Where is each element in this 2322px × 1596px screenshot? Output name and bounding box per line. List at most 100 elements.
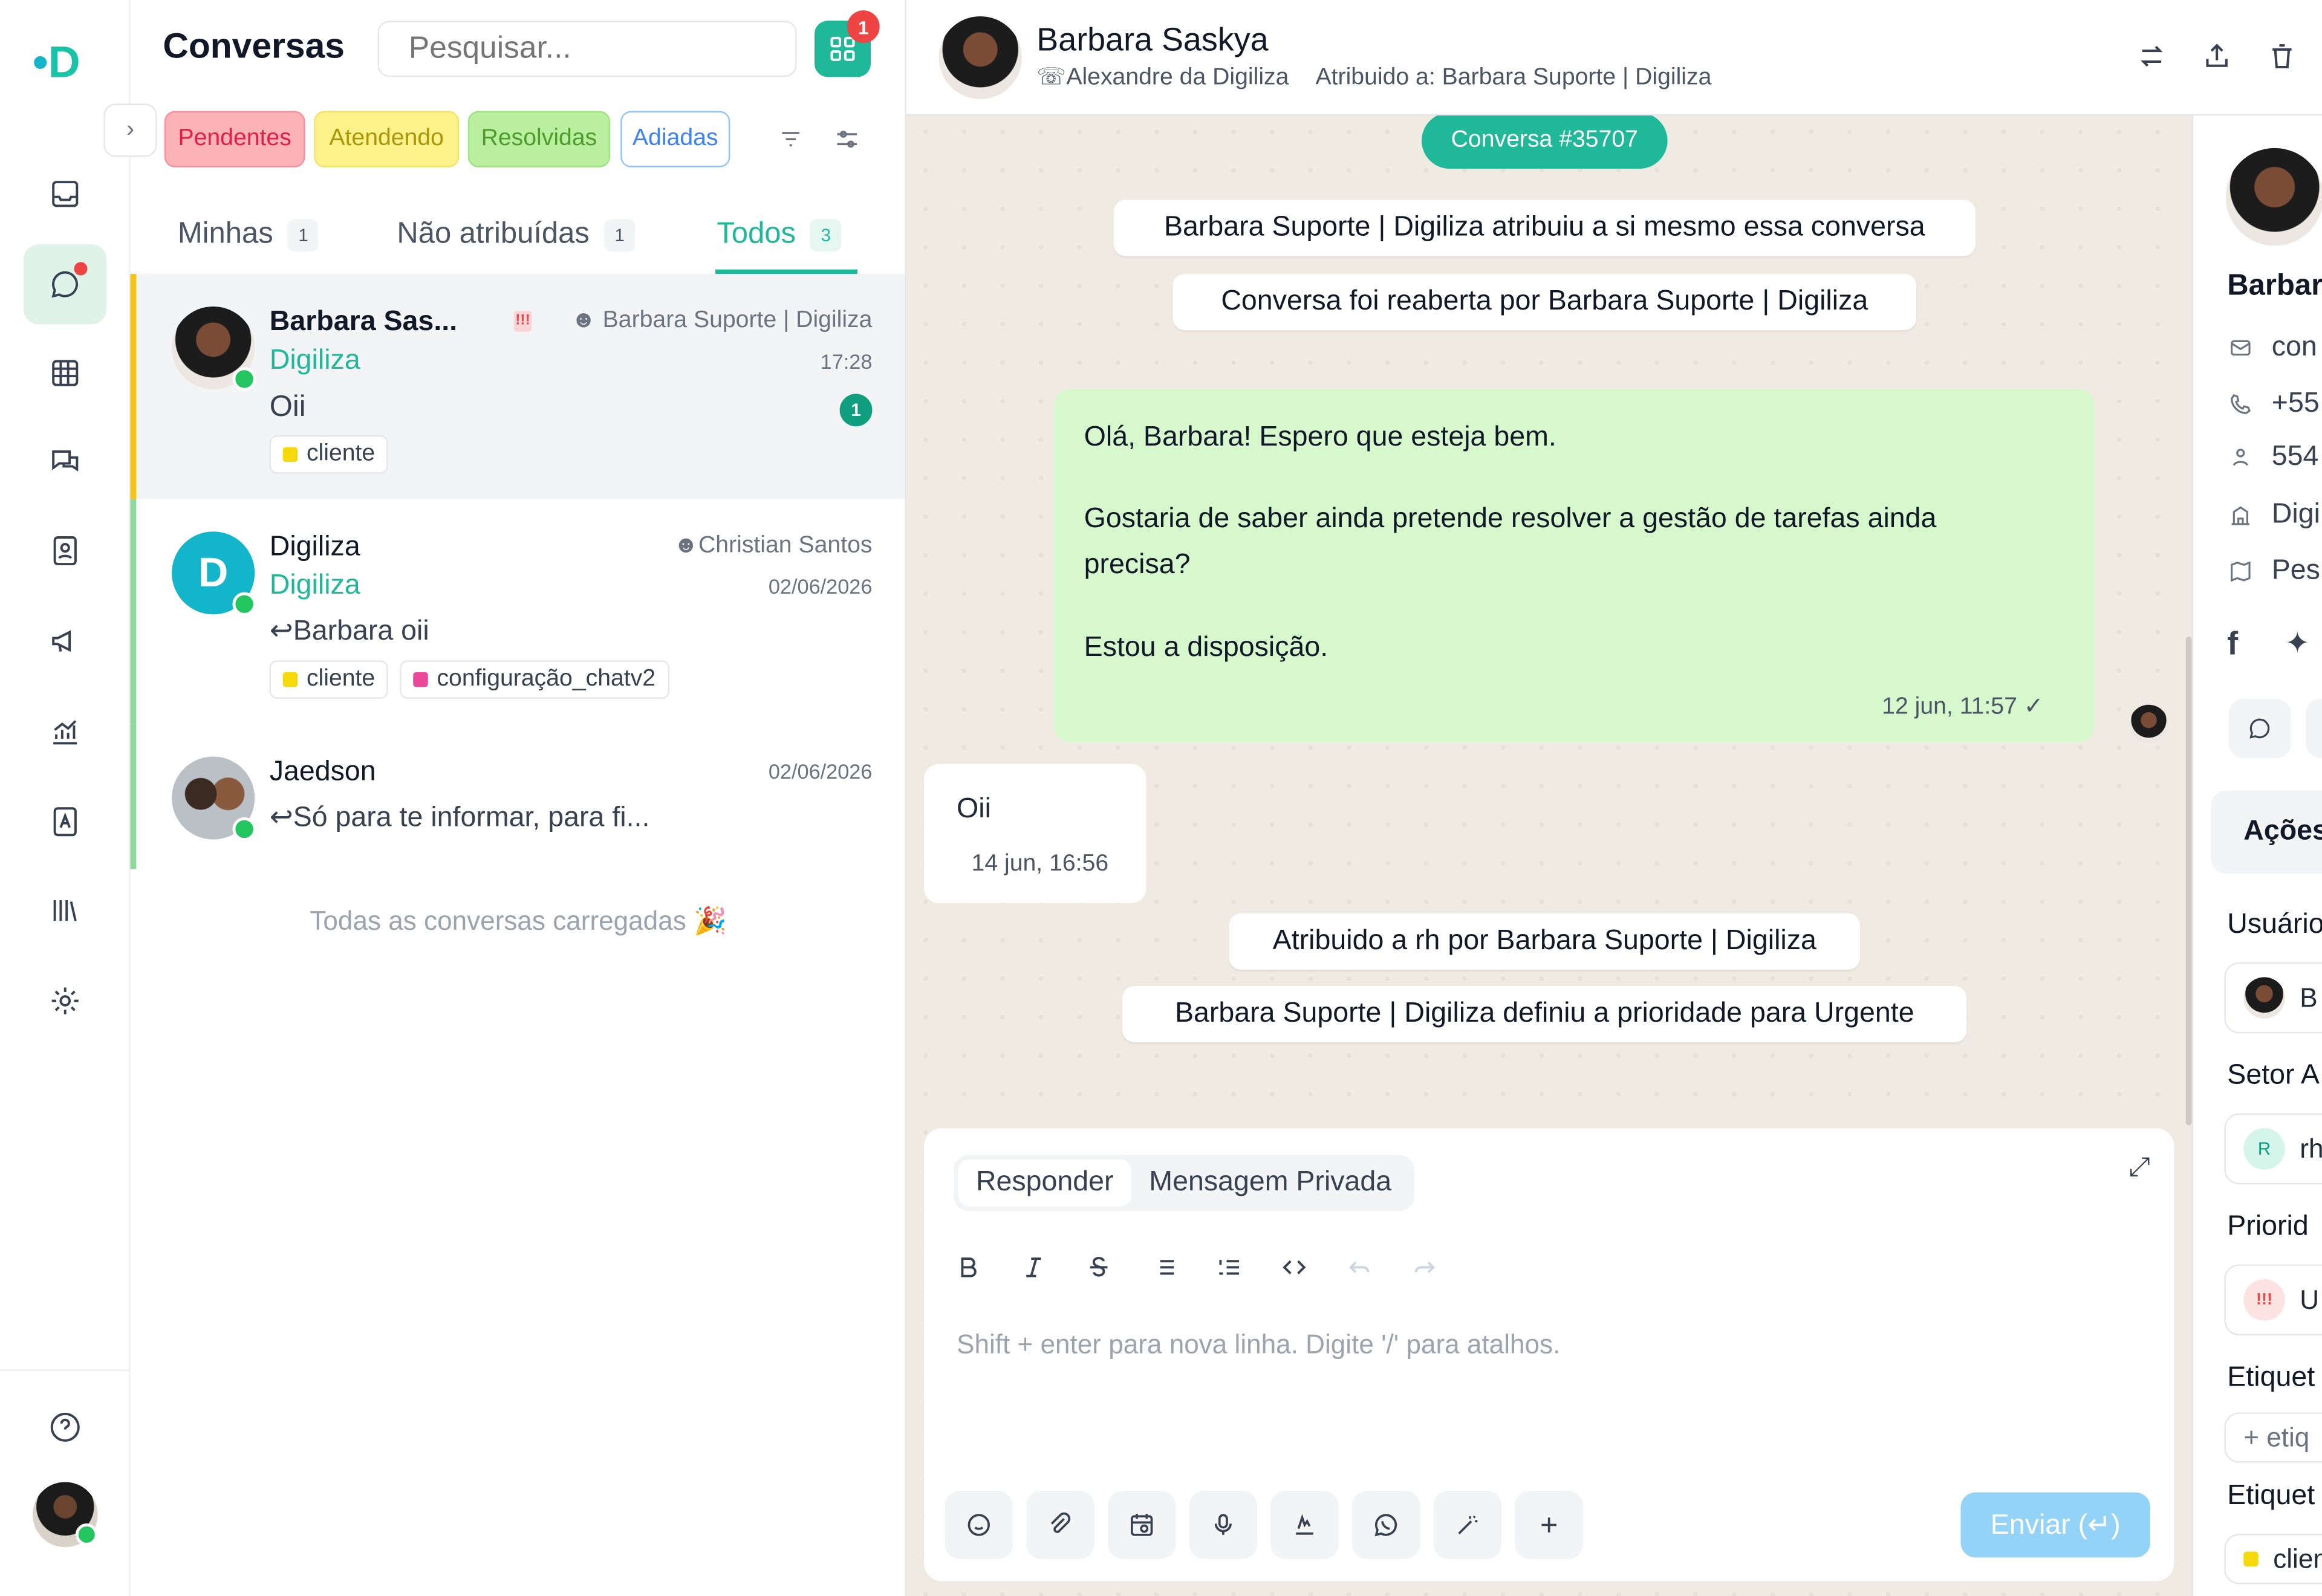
reports-icon[interactable]: [24, 782, 106, 861]
facebook-icon[interactable]: f: [2227, 624, 2238, 663]
active-tab-indicator: [715, 269, 857, 274]
conversation-item[interactable]: Barbara Sas... !!! ☻ Barbara Suporte | D…: [130, 274, 905, 499]
priority-select[interactable]: !!! U: [2224, 1264, 2322, 1335]
analytics-icon[interactable]: [24, 692, 106, 771]
tag-label: cliente: [306, 441, 376, 467]
emoji-button[interactable]: [945, 1491, 1013, 1559]
export-icon[interactable]: [2200, 40, 2236, 76]
more-button[interactable]: [1515, 1491, 1583, 1559]
filter-adiadas[interactable]: Adiadas: [620, 111, 730, 167]
strikethrough-icon[interactable]: [1078, 1247, 1120, 1288]
whatsapp-icon: [232, 367, 256, 391]
sector-select[interactable]: Rrh: [2224, 1113, 2322, 1185]
tab-nao-atribuidas[interactable]: Não atribuídas 1: [397, 218, 636, 251]
conversation-item[interactable]: Jaedson 02/06/2026 ↩Só para te informar,…: [130, 724, 905, 869]
conversation-item[interactable]: D Digiliza ☻Christian Santos Digiliza 02…: [130, 499, 905, 724]
library-icon[interactable]: [24, 871, 106, 950]
whatsapp-icon: [1374, 1514, 1397, 1537]
message-input[interactable]: Shift + enter para nova linha. Digite '/…: [957, 1329, 1560, 1360]
add-label-button[interactable]: + etiq: [2224, 1412, 2322, 1463]
reply-icon: ↩: [269, 615, 293, 647]
contact-id: 554: [2227, 441, 2318, 474]
tab-minhas[interactable]: Minhas 1: [178, 218, 319, 251]
signature-button[interactable]: [1270, 1491, 1339, 1559]
contact-avatar[interactable]: [938, 16, 1022, 100]
user-avatar[interactable]: [32, 1482, 98, 1548]
ai-assist-button[interactable]: [1433, 1491, 1502, 1559]
tab-count: 1: [604, 218, 636, 251]
italic-icon[interactable]: [1013, 1247, 1055, 1288]
assigned-user-select[interactable]: B: [2224, 962, 2322, 1034]
contact-email[interactable]: con: [2227, 332, 2317, 365]
notification-count-badge: 1: [847, 10, 880, 44]
last-message-text: Barbara oii: [293, 615, 429, 647]
help-icon[interactable]: [24, 1387, 106, 1467]
sector-avatar: R: [2243, 1128, 2285, 1170]
messages-icon[interactable]: [24, 422, 106, 502]
expand-icon[interactable]: ⤢: [2129, 1152, 2150, 1182]
microphone-icon: [1214, 1514, 1232, 1535]
user-avatar: [2243, 977, 2285, 1019]
tab-todos[interactable]: Todos 3: [717, 218, 842, 251]
contact-phone[interactable]: +55: [2227, 388, 2320, 421]
tab-mensagem-privada[interactable]: Mensagem Privada: [1131, 1160, 1410, 1207]
megaphone-icon[interactable]: [24, 601, 106, 681]
adjust-filters-button[interactable]: [824, 115, 871, 163]
app-logo[interactable]: •D: [33, 39, 98, 89]
scrollbar[interactable]: [2185, 637, 2192, 1126]
notification-dot: [74, 262, 88, 276]
chat-icon[interactable]: [24, 244, 107, 325]
message-time: 17:28: [820, 349, 873, 374]
sector-name: rh: [2300, 1133, 2322, 1163]
sliders-icon: [837, 131, 857, 148]
sort-button[interactable]: [767, 115, 815, 163]
message-time: 02/06/2026: [768, 759, 873, 783]
tab-responder[interactable]: Responder: [958, 1159, 1131, 1207]
schedule-button[interactable]: [1107, 1491, 1176, 1559]
whatsapp-template-button[interactable]: [1351, 1491, 1420, 1559]
system-message: Barbara Suporte | Digiliza definiu a pri…: [1122, 986, 1967, 1043]
calendar-icon: [1131, 1514, 1153, 1536]
filter-pendentes[interactable]: Pendentes: [164, 111, 305, 167]
message-time: 12 jun, 11:57 ✓: [1882, 692, 2043, 721]
plus-icon: [1541, 1517, 1556, 1533]
filter-atendendo[interactable]: Atendendo: [314, 111, 460, 167]
code-icon[interactable]: [1273, 1247, 1315, 1288]
search-input[interactable]: [377, 21, 797, 77]
reply-icon: ↩: [269, 802, 293, 834]
contact-company: Digi: [2227, 499, 2320, 531]
user-label: Usuário: [2227, 909, 2322, 941]
actions-section[interactable]: Ações: [2211, 790, 2322, 874]
twitter-icon[interactable]: ✦: [2285, 624, 2310, 661]
bold-icon[interactable]: [948, 1247, 989, 1288]
collapse-panel-button[interactable]: ›: [103, 103, 157, 157]
last-message: Oii: [269, 391, 306, 424]
send-button[interactable]: Enviar (↵): [1960, 1492, 2150, 1558]
numbered-list-icon[interactable]: [1208, 1247, 1250, 1288]
contact-action-button[interactable]: [2306, 698, 2322, 758]
settings-icon[interactable]: [24, 961, 106, 1040]
assignee-label: ☻Christian Santos: [674, 533, 873, 560]
labels2-label: Etiquet: [2227, 1481, 2315, 1512]
tag-cliente: cliente: [269, 660, 389, 699]
contact-name[interactable]: Barbara Saskya: [1036, 21, 1268, 59]
audio-button[interactable]: [1189, 1491, 1258, 1559]
message-time: 14 jun, 16:56: [971, 851, 1109, 877]
delete-icon[interactable]: [2266, 40, 2301, 76]
redo-icon[interactable]: [1404, 1247, 1446, 1288]
chevron-right-icon: ›: [126, 117, 135, 143]
undo-icon[interactable]: [1339, 1247, 1381, 1288]
contacts-icon[interactable]: [24, 511, 106, 591]
transfer-icon[interactable]: [2135, 40, 2171, 76]
filter-resolvidas[interactable]: Resolvidas: [467, 111, 610, 167]
inbox-icon[interactable]: [24, 154, 106, 234]
message-contact-button[interactable]: [2228, 698, 2291, 758]
assignee-name: Christian Santos: [698, 533, 873, 559]
contact-org: Digiliza: [269, 569, 360, 602]
sector-label: Setor A: [2227, 1060, 2320, 1091]
bullet-list-icon[interactable]: [1143, 1247, 1185, 1288]
sender-avatar: [2129, 704, 2168, 744]
all-loaded-text: Todas as conversas carregadas 🎉: [310, 906, 727, 936]
grid-icon[interactable]: [24, 333, 106, 413]
attach-button[interactable]: [1026, 1491, 1094, 1559]
